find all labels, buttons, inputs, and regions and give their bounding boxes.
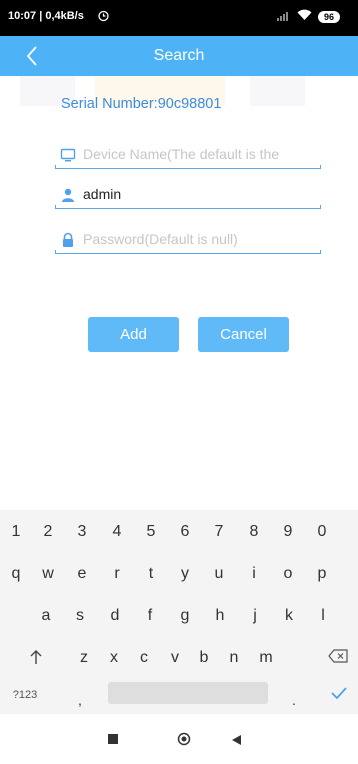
cancel-button[interactable]: Cancel [198, 317, 289, 352]
backspace-icon [328, 649, 348, 663]
key-q[interactable]: q [0, 565, 32, 583]
key-r[interactable]: r [101, 565, 133, 583]
shift-key[interactable] [20, 649, 52, 670]
key-x[interactable]: x [98, 649, 130, 667]
key-9[interactable]: 9 [272, 523, 304, 541]
space-bar[interactable] [108, 682, 268, 704]
soft-keyboard: 1 2 3 4 5 6 7 8 9 0 q w e r t y u i o p … [0, 510, 358, 714]
key-l[interactable]: l [307, 607, 339, 625]
key-7[interactable]: 7 [203, 523, 235, 541]
key-y[interactable]: y [169, 565, 201, 583]
recents-button[interactable] [108, 734, 118, 744]
comma-key[interactable]: , [72, 692, 88, 708]
key-a[interactable]: a [30, 607, 62, 625]
key-p[interactable]: p [306, 565, 338, 583]
checkmark-icon [331, 687, 347, 700]
header-shadow-right [250, 76, 305, 106]
key-s[interactable]: s [64, 607, 96, 625]
key-b[interactable]: b [188, 649, 220, 667]
device-name-placeholder: Device Name(The default is the [83, 146, 280, 162]
key-d[interactable]: d [99, 607, 131, 625]
monitor-icon [60, 147, 76, 163]
page-title: Search [153, 47, 205, 64]
key-k[interactable]: k [273, 607, 305, 625]
status-bar: 10:07 | 0,4kB/s 96 [0, 0, 358, 36]
enter-key[interactable] [326, 686, 352, 705]
key-u[interactable]: u [203, 565, 235, 583]
signal-icon [276, 10, 291, 24]
keyboard-row-1: q w e r t y u i o p [0, 565, 358, 599]
triangle-back-icon [232, 735, 241, 745]
key-6[interactable]: 6 [169, 523, 201, 541]
symbols-key[interactable]: ?123 [8, 689, 42, 701]
password-underline [55, 250, 321, 254]
key-f[interactable]: f [134, 607, 166, 625]
home-circle-icon [177, 732, 191, 746]
key-e[interactable]: e [66, 565, 98, 583]
backspace-key[interactable] [323, 649, 353, 668]
key-j[interactable]: j [239, 607, 271, 625]
navigation-bar [0, 714, 358, 764]
alarm-icon [97, 9, 110, 25]
add-button[interactable]: Add [88, 317, 179, 352]
key-o[interactable]: o [272, 565, 304, 583]
keyboard-number-row: 1 2 3 4 5 6 7 8 9 0 [0, 523, 358, 557]
key-v[interactable]: v [159, 649, 191, 667]
home-button[interactable] [177, 732, 191, 751]
serial-number-label: Serial Number:90c98801 [61, 96, 222, 112]
key-g[interactable]: g [169, 607, 201, 625]
status-time-speed: 10:07 | 0,4kB/s [8, 10, 84, 22]
device-name-field[interactable]: Device Name(The default is the [55, 141, 321, 169]
key-3[interactable]: 3 [66, 523, 98, 541]
password-placeholder: Password(Default is null) [83, 231, 238, 247]
key-z[interactable]: z [68, 649, 100, 667]
key-0[interactable]: 0 [306, 523, 338, 541]
device-name-underline [55, 165, 321, 169]
user-icon [60, 187, 76, 203]
password-field[interactable]: Password(Default is null) [55, 226, 321, 254]
arrow-up-icon [30, 650, 42, 664]
username-underline [55, 205, 321, 209]
key-1[interactable]: 1 [0, 523, 32, 541]
key-t[interactable]: t [135, 565, 167, 583]
key-8[interactable]: 8 [238, 523, 270, 541]
key-m[interactable]: m [250, 649, 282, 667]
key-5[interactable]: 5 [135, 523, 167, 541]
period-key[interactable]: . [286, 692, 302, 708]
key-w[interactable]: w [32, 565, 64, 583]
wifi-icon [297, 9, 312, 24]
lock-icon [60, 232, 76, 248]
key-h[interactable]: h [204, 607, 236, 625]
key-2[interactable]: 2 [32, 523, 64, 541]
key-n[interactable]: n [218, 649, 250, 667]
username-field[interactable]: admin [55, 181, 321, 209]
key-i[interactable]: i [238, 565, 270, 583]
username-value: admin [83, 186, 122, 202]
key-c[interactable]: c [128, 649, 160, 667]
key-4[interactable]: 4 [101, 523, 133, 541]
keyboard-row-2: a s d f g h j k l [0, 607, 358, 641]
keyboard-row-3: z x c v b n m [0, 649, 358, 683]
battery-indicator: 96 [317, 10, 340, 23]
back-nav-button[interactable] [231, 733, 242, 751]
app-header: Search [0, 36, 358, 76]
